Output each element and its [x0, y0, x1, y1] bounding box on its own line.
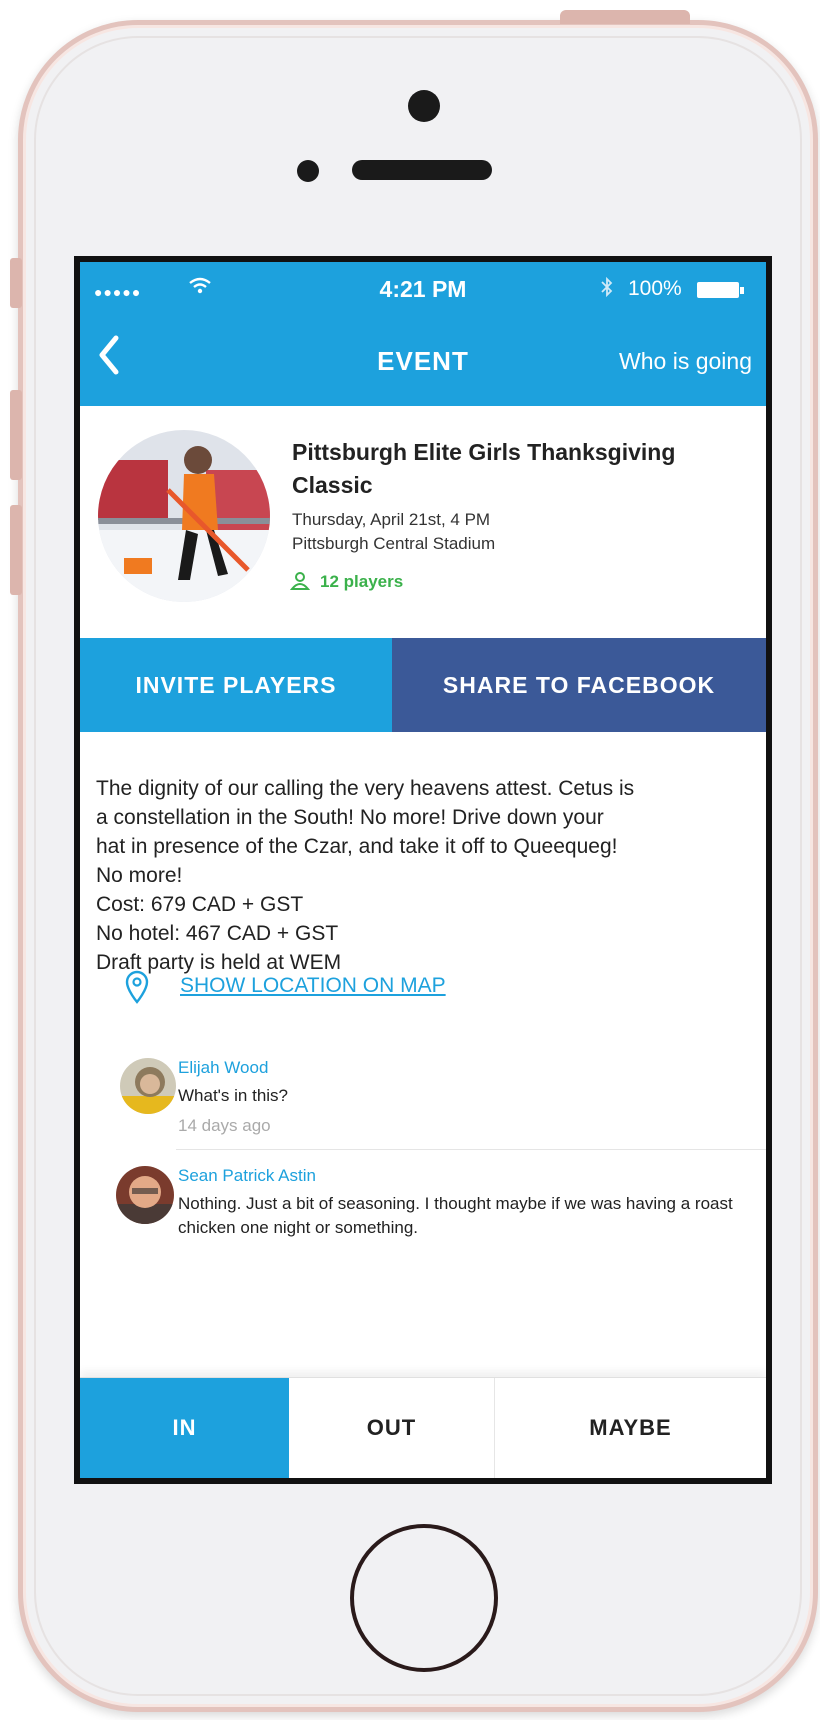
- app-header: ●●●●● 4:21 PM 100% EVENT Who is going: [80, 262, 766, 406]
- front-camera: [408, 90, 440, 122]
- description-line: No more!: [96, 864, 183, 887]
- comment-author[interactable]: Elijah Wood: [178, 1058, 268, 1078]
- description-line: a constellation in the South! No more! D…: [96, 806, 604, 829]
- person-icon: [289, 571, 311, 596]
- event-date: Thursday, April 21st, 4 PM: [292, 510, 491, 529]
- volume-up-button: [10, 390, 22, 480]
- avatar: [116, 1166, 174, 1224]
- comment-time: 14 days ago: [178, 1116, 271, 1135]
- share-to-facebook-button[interactable]: SHARE TO FACEBOOK: [392, 638, 766, 732]
- comment-text: What's in this?: [178, 1086, 289, 1105]
- rsvp-maybe-button[interactable]: MAYBE: [495, 1378, 766, 1478]
- comment-divider: [176, 1149, 766, 1150]
- comment-item: Elijah Wood What's in this? 14 days ago: [80, 1058, 766, 1150]
- earpiece-speaker: [352, 160, 492, 180]
- event-title: Pittsburgh Elite Girls Thanksgiving Clas…: [292, 439, 676, 498]
- status-bar: ●●●●● 4:21 PM 100%: [80, 262, 766, 312]
- cost-line: Cost: 679 CAD + GST: [96, 893, 304, 916]
- power-button: [560, 10, 690, 24]
- map-pin-icon: [124, 970, 150, 1009]
- description-line: The dignity of our calling the very heav…: [96, 777, 635, 800]
- navigation-bar: EVENT Who is going: [80, 312, 766, 406]
- rsvp-in-button[interactable]: IN: [80, 1378, 289, 1478]
- who-is-going-link[interactable]: Who is going: [619, 348, 752, 375]
- bluetooth-icon: [600, 276, 614, 304]
- comments-list: Elijah Wood What's in this? 14 days ago …: [80, 1058, 766, 1258]
- volume-down-button: [10, 505, 22, 595]
- players-count[interactable]: 12 players: [320, 572, 403, 592]
- comment-author[interactable]: Sean Patrick Astin: [178, 1166, 316, 1186]
- action-buttons: INVITE PLAYERS SHARE TO FACEBOOK: [80, 638, 766, 732]
- comment-text: Nothing. Just a bit of seasoning. I thou…: [178, 1194, 733, 1237]
- avatar: [120, 1058, 176, 1114]
- app-screen: ●●●●● 4:21 PM 100% EVENT Who is going Pi…: [74, 256, 772, 1484]
- home-button[interactable]: [350, 1524, 498, 1672]
- rsvp-out-button[interactable]: OUT: [289, 1378, 495, 1478]
- comment-item: Sean Patrick Astin Nothing. Just a bit o…: [80, 1162, 766, 1258]
- event-summary: Pittsburgh Elite Girls Thanksgiving Clas…: [80, 406, 766, 638]
- invite-players-button[interactable]: INVITE PLAYERS: [80, 638, 392, 732]
- battery-percentage: 100%: [628, 277, 682, 300]
- show-location-row[interactable]: SHOW LOCATION ON MAP: [124, 970, 624, 1010]
- event-description: The dignity of our calling the very heav…: [96, 774, 756, 977]
- description-line: hat in presence of the Czar, and take it…: [96, 835, 618, 858]
- event-venue: Pittsburgh Central Stadium: [292, 534, 496, 553]
- mute-switch: [10, 258, 22, 308]
- no-hotel-line: No hotel: 467 CAD + GST: [96, 922, 339, 945]
- rsvp-bar: IN OUT MAYBE: [80, 1377, 766, 1478]
- battery-nub: [740, 287, 744, 294]
- show-location-link[interactable]: SHOW LOCATION ON MAP: [180, 974, 446, 998]
- proximity-sensor: [297, 160, 319, 182]
- battery-icon: [697, 282, 739, 298]
- event-photo: [98, 430, 270, 602]
